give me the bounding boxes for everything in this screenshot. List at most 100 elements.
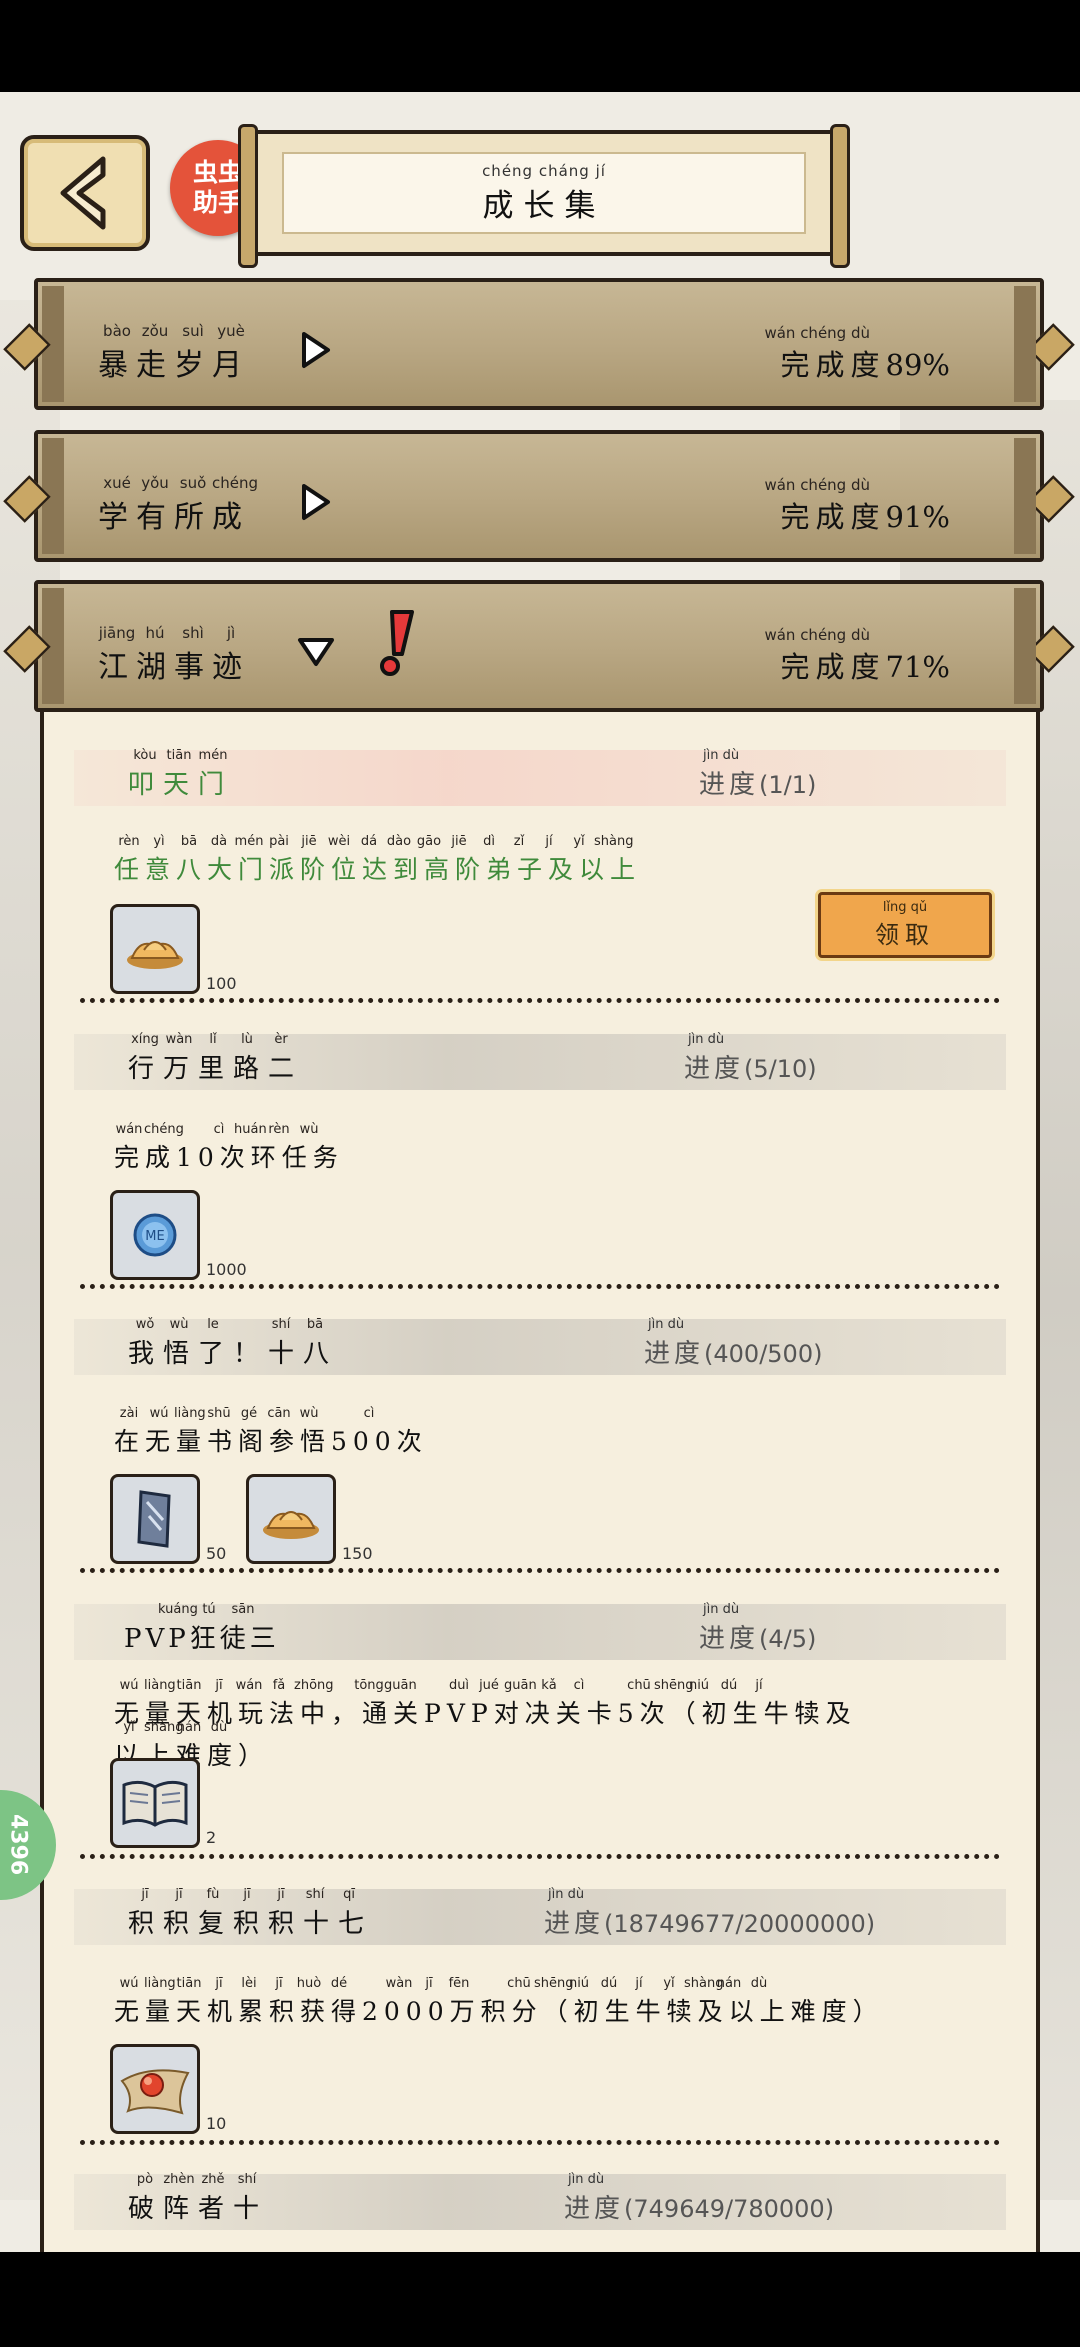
pinyin-syllable: chéng [144,1122,184,1137]
completion-label: 完成度 [780,500,886,534]
triangle-right-icon[interactable] [296,330,334,370]
book-icon[interactable] [110,1758,200,1848]
pinyin-syllable: suì [182,322,204,340]
category-name: xué yǒu suǒ chéng 学有所成 [98,474,259,536]
pinyin-syllable [230,1317,264,1333]
pinyin-row: kòu tiān mén [128,748,233,764]
pinyin-syllable: liàng [144,1976,176,1991]
progress-pinyin: jìn dù [688,1032,725,1047]
completion-label: 完成度 [780,348,886,382]
achievement-title: 行万里路二 [128,1054,304,1084]
gold-ingot-icon[interactable] [110,904,200,994]
triangle-down-icon[interactable] [296,632,334,672]
pinyin-syllable: jiē [301,834,317,849]
reward-count: 100 [206,974,237,993]
pinyin-syllable: pài [269,834,289,849]
page-title: 成长集 [482,187,606,224]
pinyin-syllable: gé [240,1406,258,1421]
divider [80,1284,1000,1289]
completion-percent: 89% [885,348,950,382]
pinyin-syllable: huán [234,1122,267,1137]
pinyin-syllable: wù [169,1317,189,1332]
progress-pinyin: jìn dù [568,2172,605,2187]
category-title: 学有所成 [98,500,250,535]
progress-value: 进度(749649/780000) [564,2188,834,2225]
pinyin-syllable: liàng [174,1406,206,1421]
pinyin-syllable: wú [149,1406,169,1421]
pinyin-row: wú liàng tiān jī wán fǎ zhōng tōng guān duì jué guā… [114,1678,976,1694]
completion: wán chéng dù 完成度71% [764,626,950,686]
divider [80,1568,1000,1573]
pinyin-syllable: chū [507,1976,531,1991]
pinyin-syllable: tiān [176,1976,202,1991]
category-row-2[interactable]: xué yǒu suǒ chéng 学有所成 wán chéng dù 完成度91% [3,430,1075,562]
pinyin-syllable [594,1678,624,1694]
achievement-title: 叩天门 [128,770,234,800]
achievement-description: wú liàng tiān jī lèi jī huò dé wàn jī fēn chū shēng n… [114,1976,976,2028]
achievement-name: jī jī fù jī jī shí qī 积积复积积十七 [128,1887,373,1940]
pinyin-syllable: cì [213,1122,225,1137]
completion-percent: 91% [885,500,950,534]
claim-button[interactable]: lǐng qǔ 领取 [818,892,992,958]
pinyin-syllable: zhōng [294,1678,334,1693]
pinyin-syllable: zài [119,1406,139,1421]
pinyin-syllable: yǐ [123,1720,135,1735]
pinyin-row: zài wú liàng shū gé cān wù cì [114,1406,976,1422]
claim-pinyin: lǐng qǔ [882,900,928,915]
status-bar [0,0,1080,92]
category-title: 江湖事迹 [98,650,250,685]
red-orb-icon[interactable] [110,2044,200,2134]
coin-icon[interactable]: ME [110,1190,200,1280]
category-row-1[interactable]: bào zǒu suì yuè 暴走岁月 wán chéng dù 完成度89% [3,278,1075,410]
description-text: 以上难度） [114,1741,270,1770]
pinyin-syllable: mén [198,748,228,763]
pinyin-syllable: shí [305,1887,325,1902]
pinyin-row: jiāng hú shì jì [98,624,250,642]
achievement-progress: jìn dù 进度(749649/780000) [564,2172,834,2225]
pinyin-syllable: jué [479,1678,499,1693]
pinyin-syllable: huò [296,1976,322,1991]
divider [80,1854,1000,1859]
pinyin-syllable: tiān [166,748,192,763]
achievement-title: PVP狂徒三 [124,1624,280,1654]
triangle-right-icon[interactable] [296,482,334,522]
reward-count: 10 [206,2114,227,2133]
achievement-description: wán chéng cì huán rèn wù 完成10次环任务 [114,1122,976,1174]
pinyin-syllable: shí [271,1317,291,1332]
reward-count: 50 [206,1544,227,1563]
pinyin-syllable: jī [215,1678,223,1693]
progress-pinyin: jìn dù [648,1317,685,1332]
pinyin-syllable: niú [568,1976,590,1991]
progress-value: 进度(400/500) [644,1333,822,1370]
category-row-3[interactable]: jiāng hú shì jì 江湖事迹 wán chéng dù 完成度71% [3,580,1075,712]
scroll-knob [1027,323,1075,371]
pinyin-syllable: xué [103,474,131,492]
description-text: 在无量书阁参悟500次 [114,1427,428,1456]
achievement-progress: jìn dù 进度(400/500) [644,1317,822,1370]
pinyin-syllable: fù [206,1887,220,1902]
back-button[interactable] [20,135,150,251]
pinyin-syllable: sān [231,1602,255,1617]
progress-value: 进度(5/10) [684,1048,817,1085]
progress-label: 进度 [544,1909,605,1939]
completion-value: 完成度91% [764,494,950,536]
progress-value: 进度(18749677/20000000) [544,1903,875,1940]
pinyin-row: bào zǒu suì yuè [98,322,250,340]
category-name: jiāng hú shì jì 江湖事迹 [98,624,250,686]
completion-pinyin: wán chéng dù [764,324,870,342]
completion-pinyin: wán chéng dù [764,476,870,494]
pinyin-syllable: lǐ [209,1032,217,1047]
pinyin-syllable: shì [182,624,204,642]
achievement-panel: kòu tiān mén 叩天门 jìn dù 进度(1/1) rèn yì bā dà mén pà… [40,712,1040,2252]
title-scroll: chéng cháng jí 成长集 [238,124,850,268]
gold-ingot-icon[interactable] [246,1474,336,1564]
pinyin-syllable: kòu [133,748,157,763]
progress-count: (749649/780000) [624,2195,835,2223]
pinyin-syllable: wú [119,1678,139,1693]
scroll-icon[interactable] [110,1474,200,1564]
pinyin-syllable: yǐ [663,1976,675,1991]
completion-value: 完成度89% [764,342,950,384]
pinyin-syllable: liàng [144,1678,176,1693]
pinyin-syllable: chéng [212,474,259,492]
pinyin-syllable: wán [235,1678,263,1693]
